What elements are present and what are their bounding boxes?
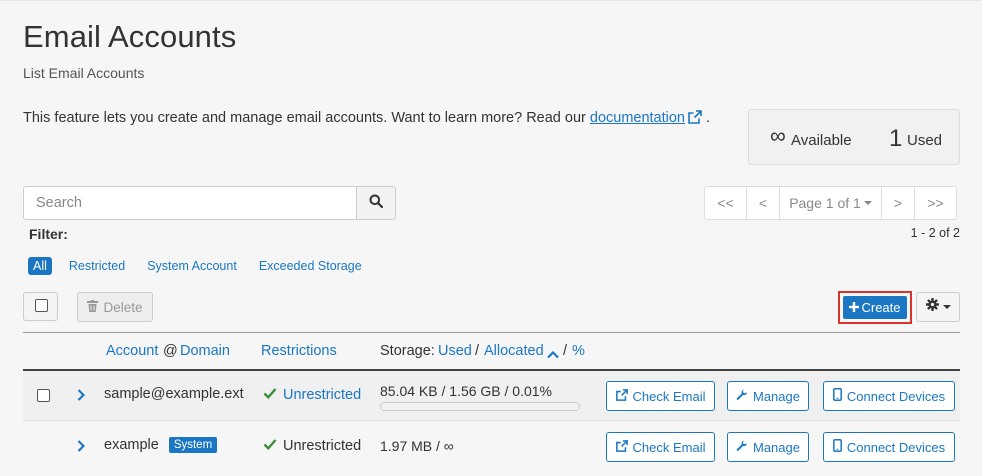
filter-restricted[interactable]: Restricted — [69, 259, 125, 273]
table-top-border — [23, 332, 960, 333]
restriction-status[interactable]: Unrestricted — [263, 387, 361, 403]
column-used[interactable]: Used — [438, 343, 472, 359]
chevron-down-icon — [863, 201, 872, 205]
trash-icon — [87, 299, 99, 315]
check-icon — [263, 438, 277, 454]
check-icon — [263, 387, 277, 403]
settings-button[interactable] — [916, 292, 960, 322]
storage-progress-bar — [380, 402, 580, 411]
available-label: Available — [791, 132, 852, 149]
mobile-phone-icon — [832, 388, 842, 404]
chevron-down-icon — [942, 305, 951, 309]
filter-exceeded-storage[interactable]: Exceeded Storage — [259, 259, 362, 273]
column-domain[interactable]: Domain — [180, 343, 230, 359]
external-link-icon[interactable] — [688, 110, 702, 128]
column-separator: / — [563, 343, 568, 359]
system-badge: System — [168, 437, 218, 453]
filter-options: All Restricted System Account Exceeded S… — [28, 255, 384, 276]
gear-icon — [925, 298, 939, 316]
search-button[interactable] — [356, 186, 396, 220]
row-checkbox[interactable] — [37, 389, 50, 402]
page-select-label: Page 1 of 1 — [789, 195, 861, 211]
column-percent[interactable]: % — [572, 343, 585, 359]
manage-button[interactable]: Manage — [727, 381, 809, 411]
search-input[interactable] — [23, 186, 357, 220]
filter-system-account[interactable]: System Account — [147, 259, 237, 273]
intro-suffix: . — [706, 110, 711, 126]
manage-label: Manage — [753, 388, 800, 404]
restriction-label: Unrestricted — [283, 387, 362, 403]
page-select[interactable]: Page 1 of 1 — [779, 186, 882, 220]
manage-button[interactable]: Manage — [727, 432, 809, 462]
check-email-label: Check Email — [632, 388, 706, 404]
column-separator: / — [475, 343, 480, 359]
column-allocated[interactable]: Allocated — [484, 343, 544, 359]
restriction-status: Unrestricted — [263, 438, 361, 454]
checkbox-box — [35, 299, 48, 312]
connect-devices-button[interactable]: Connect Devices — [823, 432, 955, 462]
table-row: example System Unrestricted 1.97 MB / ∞ C… — [23, 422, 960, 472]
external-link-icon — [615, 439, 628, 455]
used-label: Used — [907, 132, 943, 149]
prev-page-button[interactable]: < — [746, 186, 780, 220]
check-email-label: Check Email — [632, 439, 706, 455]
pagination: << < Page 1 of 1 > >> — [704, 186, 957, 220]
infinity-icon: ∞ — [770, 123, 786, 148]
delete-button[interactable]: Delete — [77, 292, 153, 322]
next-page-button[interactable]: > — [881, 186, 915, 220]
top-divider — [0, 0, 982, 1]
column-account[interactable]: Account — [106, 343, 158, 359]
account-stats-panel: ∞ Available 1 Used — [748, 109, 960, 165]
column-storage-label: Storage: — [380, 343, 435, 359]
page-title: Email Accounts — [23, 19, 237, 54]
connect-devices-label: Connect Devices — [846, 388, 946, 404]
check-email-button[interactable]: Check Email — [606, 432, 715, 462]
chevron-right-icon[interactable] — [77, 388, 86, 407]
connect-devices-label: Connect Devices — [846, 439, 946, 455]
results-range: 1 - 2 of 2 — [910, 226, 960, 240]
filter-label: Filter: — [29, 226, 68, 242]
page-subtitle: List Email Accounts — [23, 65, 145, 81]
create-label: Create — [861, 300, 901, 315]
account-name-text: example — [104, 437, 159, 453]
plus-icon — [849, 300, 860, 315]
create-button[interactable]: Create — [843, 296, 907, 319]
column-at: @ — [163, 343, 178, 359]
select-all-checkbox[interactable] — [23, 292, 58, 321]
wrench-icon — [736, 389, 748, 404]
restriction-label: Unrestricted — [283, 438, 362, 454]
documentation-link[interactable]: documentation — [590, 110, 685, 126]
external-link-icon — [615, 388, 628, 404]
storage-usage: 85.04 KB / 1.56 GB / 0.01% — [380, 383, 552, 399]
delete-label: Delete — [103, 299, 143, 315]
wrench-icon — [736, 440, 748, 455]
check-email-button[interactable]: Check Email — [606, 381, 715, 411]
first-page-button[interactable]: << — [704, 186, 747, 220]
used-count: 1 — [889, 125, 903, 152]
account-name: example System — [104, 437, 218, 453]
filter-all[interactable]: All — [28, 256, 52, 275]
storage-usage: 1.97 MB / ∞ — [380, 438, 454, 454]
column-restrictions[interactable]: Restrictions — [261, 343, 337, 359]
chevron-up-icon[interactable] — [547, 347, 559, 363]
last-page-button[interactable]: >> — [914, 186, 957, 220]
manage-label: Manage — [753, 439, 800, 455]
search-icon — [369, 194, 384, 213]
mobile-phone-icon — [832, 439, 842, 455]
chevron-right-icon[interactable] — [77, 439, 86, 458]
table-row: sample@example.ext Unrestricted 85.04 KB… — [23, 371, 960, 421]
intro-sentence: This feature lets you create and manage … — [23, 110, 590, 126]
account-name: sample@example.ext — [104, 386, 244, 402]
connect-devices-button[interactable]: Connect Devices — [823, 381, 955, 411]
intro-text: This feature lets you create and manage … — [23, 110, 710, 128]
search-bar — [23, 186, 396, 220]
